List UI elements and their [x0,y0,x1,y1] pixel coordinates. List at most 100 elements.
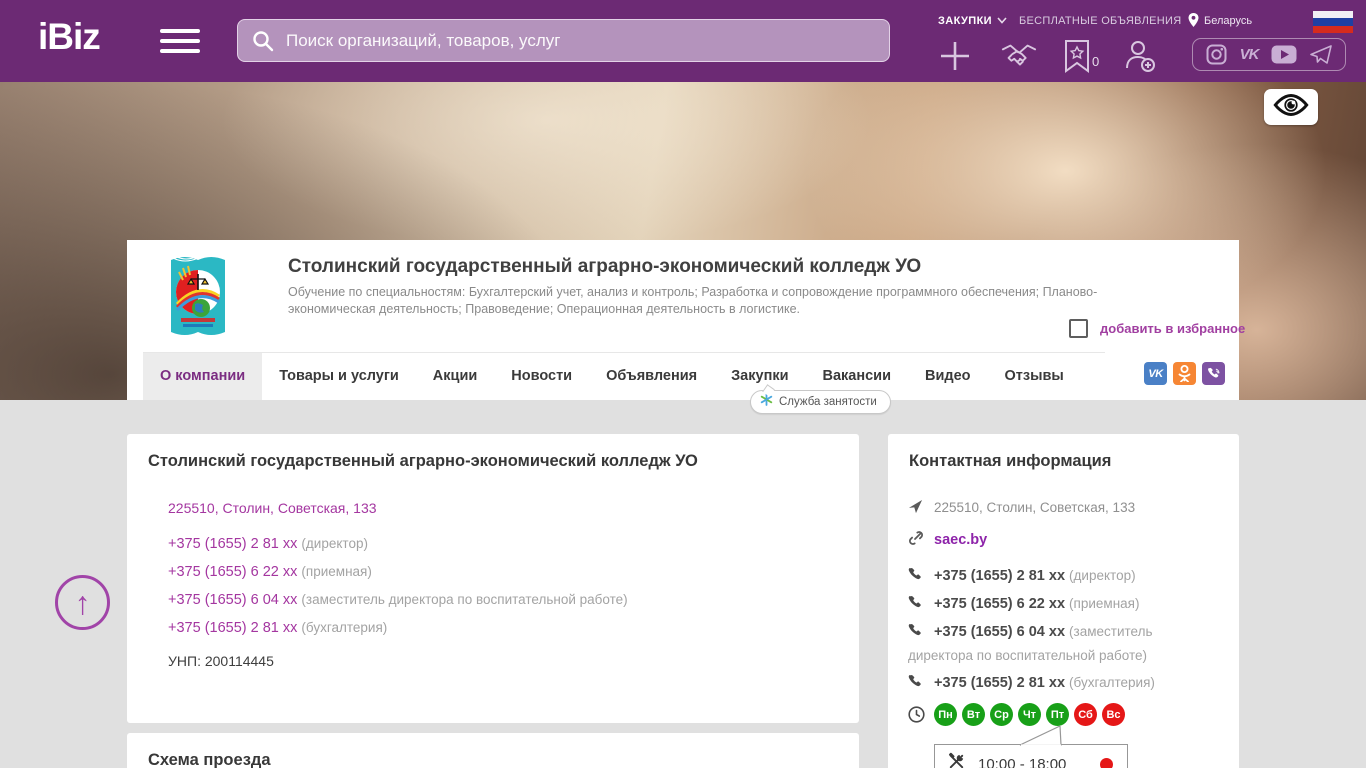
phone-icon [908,623,934,645]
instagram-icon[interactable] [1206,44,1227,65]
arrow-up-icon: ↑ [74,584,91,621]
partnership-handshake-icon[interactable] [1000,37,1038,75]
about-heading: Столинский государственный аграрно-эконо… [148,452,698,470]
phone-label: (заместитель директора по воспитательной… [301,592,628,607]
about-phone-row: +375 (1655) 6 22 xx (приемная) [168,564,372,580]
vacancy-tooltip-label: Служба занятости [779,396,877,408]
site-logo[interactable]: iBiz [38,16,101,58]
tools-icon [947,752,966,768]
contact-phone-row: +375 (1655) 6 22 xx (приемная) [908,593,1219,617]
contact-phone-row: +375 (1655) 6 04 xx (заместитель директо… [908,621,1219,668]
nav-country[interactable]: Беларусь [1188,12,1253,30]
phone-link[interactable]: +375 (1655) 6 04 xx [168,592,297,608]
tab-video[interactable]: Видео [908,353,988,400]
map-card: Схема проезда [127,733,859,768]
account-person-icon[interactable] [1120,37,1158,75]
vacancy-tooltip[interactable]: Служба занятости [750,384,891,414]
add-plus-icon[interactable] [936,37,974,75]
link-icon [908,530,934,553]
location-pin-icon [1188,12,1199,30]
phone-link[interactable]: +375 (1655) 6 04 xx [934,624,1065,640]
contact-address-row: 225510, Столин, Советская, 133 [908,498,1219,521]
popup-pointer [1019,726,1062,746]
navigation-arrow-icon [908,499,934,521]
tab-news[interactable]: Новости [494,353,589,400]
clock-icon [908,706,925,728]
contact-phone-row: +375 (1655) 2 81 xx (директор) [908,565,1219,589]
day-badge[interactable]: Вт [962,703,985,726]
favorites-bookmark-icon[interactable] [1058,37,1096,75]
language-flag-russian[interactable] [1313,11,1353,33]
tab-about[interactable]: О компании [143,353,263,400]
favorite-label[interactable]: добавить в избранное [1100,321,1245,336]
viber-icon[interactable] [1202,362,1225,385]
status-dot [1100,757,1113,768]
day-badge[interactable]: Вс [1102,703,1125,726]
about-card: Столинский государственный аграрно-эконо… [127,434,859,723]
phone-icon [908,674,934,696]
day-badge[interactable]: Чт [1018,703,1041,726]
phone-link[interactable]: +375 (1655) 6 22 xx [168,564,297,580]
phone-label: (приемная) [301,564,372,579]
day-badge[interactable]: Сб [1074,703,1097,726]
nav-free-ads[interactable]: БЕСПЛАТНЫЕ ОБЪЯВЛЕНИЯ [1019,13,1181,29]
phone-link[interactable]: +375 (1655) 2 81 xx [934,568,1065,584]
tab-products[interactable]: Товары и услуги [262,353,416,400]
website-link[interactable]: saec.by [934,532,987,548]
company-logo[interactable] [165,252,231,342]
vk-icon[interactable]: VK [1144,362,1167,385]
nav-zakupki-label: ЗАКУПКИ [938,15,992,27]
add-to-favorites: добавить в избранное [1069,319,1245,338]
favorite-checkbox[interactable] [1069,319,1088,338]
youtube-icon[interactable] [1271,45,1297,64]
working-hours-popup: 10:00 - 18:00 [934,744,1128,768]
eye-icon [1272,93,1310,122]
contact-phone-row: +375 (1655) 2 81 xx (бухгалтерия) [908,672,1219,696]
nav-free-ads-label: БЕСПЛАТНЫЕ ОБЪЯВЛЕНИЯ [1019,15,1182,27]
company-unp: УНП: 200114445 [168,653,274,669]
nav-country-label: Беларусь [1204,15,1253,27]
header-social-links: VK [1192,38,1346,71]
odnoklassniki-icon[interactable] [1173,362,1196,385]
search-input[interactable] [237,19,890,62]
day-badge[interactable]: Пн [934,703,957,726]
phone-link[interactable]: +375 (1655) 2 81 xx [934,675,1065,691]
about-address-link[interactable]: 225510, Столин, Советская, 133 [168,500,377,516]
tab-ads[interactable]: Объявления [589,353,714,400]
employment-service-icon [760,393,773,411]
page: iBiz ЗАКУПКИ БЕСПЛАТНЫЕ ОБЪЯВЛЕНИЯ Белар… [0,0,1366,768]
company-description: Обучение по специальностям: Бухгалтерски… [288,285,1098,317]
day-badge[interactable]: Ср [990,703,1013,726]
phone-icon [908,595,934,617]
company-title: Столинский государственный аграрно-эконо… [288,256,922,277]
working-hours: 10:00 - 18:00 [978,755,1067,768]
phone-label: (директор) [1069,568,1136,583]
phone-label: (бухгалтерия) [301,620,388,635]
working-days: Пн Вт Ср Чт Пт Сб Вс [934,703,1125,726]
telegram-icon[interactable] [1310,45,1332,64]
vk-icon[interactable]: VK [1240,46,1260,63]
contact-card: Контактная информация 225510, Столин, Со… [888,434,1239,768]
day-badge[interactable]: Пт [1046,703,1069,726]
phone-link[interactable]: +375 (1655) 6 22 xx [934,596,1065,612]
company-social-links: VK [1144,362,1225,385]
phone-icon [908,567,934,589]
phone-label: (бухгалтерия) [1069,675,1155,690]
search-icon [251,29,275,58]
contact-address: 225510, Столин, Советская, 133 [934,500,1136,515]
company-tabs: О компании Товары и услуги Акции Новости… [143,352,1105,400]
search-bar [237,19,890,62]
contact-heading: Контактная информация [909,452,1112,470]
phone-link[interactable]: +375 (1655) 2 81 xx [168,536,297,552]
scroll-to-top-button[interactable]: ↑ [55,575,110,630]
accessibility-eye-button[interactable] [1264,89,1318,125]
tab-promotions[interactable]: Акции [416,353,494,400]
nav-zakupki[interactable]: ЗАКУПКИ [938,13,1007,29]
hamburger-menu-icon[interactable] [160,29,200,54]
tab-reviews[interactable]: Отзывы [988,353,1081,400]
chevron-down-icon [997,15,1007,27]
phone-label: (приемная) [1069,596,1140,611]
phone-link[interactable]: +375 (1655) 2 81 xx [168,620,297,636]
about-phone-row: +375 (1655) 6 04 xx (заместитель директо… [168,592,628,608]
phone-label: (директор) [301,536,368,551]
